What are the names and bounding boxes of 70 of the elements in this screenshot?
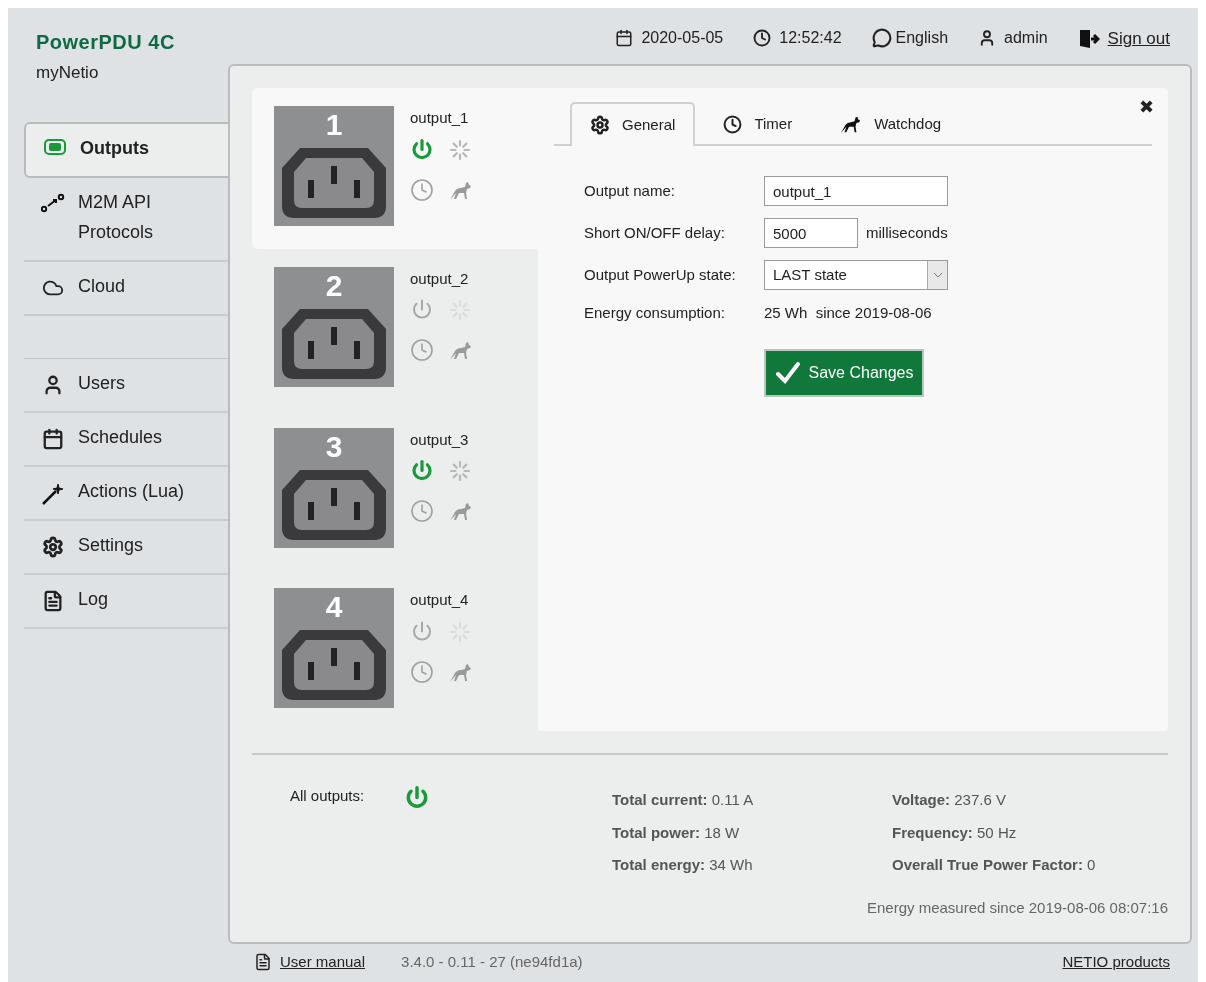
calendar-icon <box>42 428 64 450</box>
output-name-field[interactable]: output_1 <box>764 176 948 206</box>
grid-stat: Voltage: 237.6 V <box>892 790 1007 810</box>
spinner-icon <box>448 459 472 483</box>
output-number: 4 <box>325 589 343 626</box>
device-name: myNetio <box>36 62 100 84</box>
delay-field[interactable]: 5000 <box>764 218 858 248</box>
user-button[interactable]: admin <box>978 26 1048 50</box>
output-name: output_2 <box>410 268 470 289</box>
output-card[interactable]: 2 output_2 <box>252 248 538 410</box>
check-icon <box>774 360 801 385</box>
output-number: 2 <box>325 267 343 304</box>
measured-since: Energy measured since 2019-08-06 08:07:16 <box>866 897 1168 918</box>
nav-item[interactable]: Outputs <box>24 122 228 178</box>
timer-icon[interactable] <box>410 659 434 684</box>
output-number: 3 <box>325 428 343 465</box>
user-manual-link[interactable]: User manual <box>280 950 366 974</box>
power-icon[interactable] <box>410 619 434 644</box>
field-label: Short ON/OFF delay: <box>584 222 726 243</box>
tab[interactable]: Timer <box>705 102 811 146</box>
current-date: 2020-05-05 <box>641 28 724 48</box>
current-time: 12:52:42 <box>779 28 842 48</box>
output-name: output_1 <box>410 108 470 128</box>
save-button[interactable]: Save Changes <box>764 348 924 397</box>
clock-icon <box>723 114 743 134</box>
version-text: 3.4.0 - 0.11 - 27 (ne94fd1a) <box>401 951 583 972</box>
powerup-select[interactable]: LAST state <box>764 260 948 290</box>
connection-icon <box>41 193 65 213</box>
power-icon[interactable] <box>410 137 434 162</box>
close-button[interactable]: ✖ <box>1139 98 1154 116</box>
total-stat: Total energy: 34 Wh <box>612 855 754 875</box>
wand-icon <box>41 482 65 506</box>
speech-bubble-icon <box>871 28 892 48</box>
socket-icon <box>44 139 66 155</box>
output-card[interactable]: 4 output_4 <box>252 570 538 731</box>
user-icon <box>42 374 64 396</box>
total-stat: Total power: 18 W <box>612 822 741 843</box>
document-icon <box>42 590 64 612</box>
timer-icon[interactable] <box>410 338 434 363</box>
tab[interactable]: Watchdog <box>820 102 960 146</box>
output-card[interactable]: 3 output_3 <box>252 409 538 571</box>
field-label: Output name: <box>584 180 676 201</box>
products-link[interactable]: NETIO products <box>1062 950 1170 974</box>
field-label: Output PowerUp state: <box>584 264 737 285</box>
gear-icon <box>590 115 610 135</box>
energy-value: 25 Wh since 2019-08-06 <box>764 303 933 323</box>
tab[interactable]: General <box>570 102 696 146</box>
calendar-icon <box>615 29 634 47</box>
product-logo: PowerPDU 4C <box>36 32 176 52</box>
clock-icon <box>753 29 772 47</box>
grid-stat: Overall True Power Factor: 0 <box>892 855 1096 875</box>
sign-out-link[interactable]: Sign out <box>1077 26 1170 52</box>
output-name: output_3 <box>410 429 470 450</box>
power-icon[interactable] <box>410 459 434 483</box>
unit-label: milliseconds <box>866 222 948 243</box>
settings-icon <box>42 536 64 558</box>
document-icon <box>254 953 272 971</box>
output-card[interactable]: 1 output_1 <box>252 88 538 249</box>
language-button[interactable]: English <box>871 26 949 50</box>
output-number: 1 <box>325 107 343 143</box>
output-name: output_4 <box>410 590 470 611</box>
all-outputs-label: All outputs: <box>290 786 365 806</box>
timer-icon[interactable] <box>410 499 434 523</box>
field-label: Energy consumption: <box>584 303 726 323</box>
grid-stat: Frequency: 50 Hz <box>892 822 1018 843</box>
total-stat: Total current: 0.11 A <box>612 790 755 810</box>
spinner-icon <box>448 137 472 162</box>
chevron-down-icon <box>932 272 943 278</box>
sign-out-icon <box>1077 28 1100 49</box>
timer-icon[interactable] <box>410 177 434 202</box>
